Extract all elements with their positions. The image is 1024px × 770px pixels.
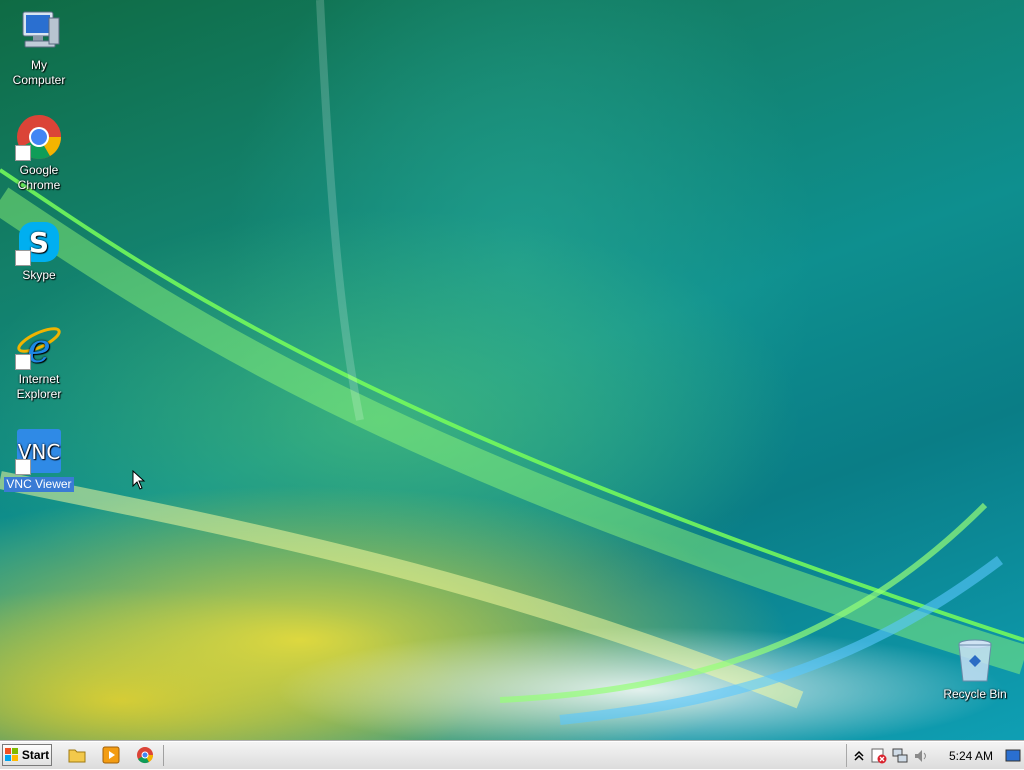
desktop-icon-google-chrome[interactable]: Google Chrome: [1, 113, 77, 193]
desktop-icon-label: Google Chrome: [17, 163, 61, 192]
desktop[interactable]: My Computer Google Chrome S Skype e Inte…: [0, 0, 1024, 741]
shortcut-arrow-icon: [15, 459, 31, 475]
desktop-icon-label: VNC Viewer: [4, 477, 74, 492]
desktop-icon[interactable]: [1005, 748, 1021, 764]
desktop-icon-recycle-bin[interactable]: Recycle Bin: [937, 637, 1013, 702]
start-label: Start: [21, 748, 50, 762]
taskbar-clock[interactable]: 5:24 AM: [949, 749, 993, 763]
start-button[interactable]: Start: [2, 744, 52, 766]
quick-launch-media-player[interactable]: [101, 745, 123, 767]
media-player-icon: [102, 746, 120, 764]
desktop-icon-vnc-viewer[interactable]: VNC VNC Viewer: [1, 427, 77, 492]
taskbar: Start 5:24 AM: [0, 741, 1024, 769]
wallpaper-swoosh: [0, 0, 1024, 725]
desktop-icon-my-computer[interactable]: My Computer: [1, 8, 77, 88]
desktop-icon-label: Recycle Bin: [943, 687, 1007, 701]
volume-icon[interactable]: [913, 748, 929, 764]
windows-logo-icon: [4, 748, 18, 761]
system-tray: 5:24 AM: [846, 744, 1024, 767]
shortcut-arrow-icon: [15, 250, 31, 266]
desktop-icon-label: Internet Explorer: [16, 372, 62, 401]
quick-launch-chrome[interactable]: [135, 745, 157, 767]
desktop-icon-label: My Computer: [12, 58, 66, 87]
quick-launch-explorer[interactable]: [67, 745, 89, 767]
security-alert-icon[interactable]: [871, 748, 887, 764]
computer-icon: [22, 11, 60, 48]
svg-text:S: S: [29, 226, 49, 259]
shortcut-arrow-icon: [15, 354, 31, 370]
recycle-bin-icon: [958, 639, 992, 682]
quick-launch-separator: [163, 745, 164, 766]
folder-icon: [68, 749, 86, 763]
show-hidden-icon[interactable]: [853, 747, 869, 763]
chrome-icon: [137, 747, 154, 764]
desktop-icon-skype[interactable]: S Skype: [1, 218, 77, 283]
mouse-cursor-icon: [132, 470, 146, 490]
shortcut-arrow-icon: [15, 145, 31, 161]
desktop-icon-label: Skype: [22, 268, 56, 282]
desktop-icon-internet-explorer[interactable]: e Internet Explorer: [1, 322, 77, 402]
network-icon[interactable]: [892, 748, 908, 764]
